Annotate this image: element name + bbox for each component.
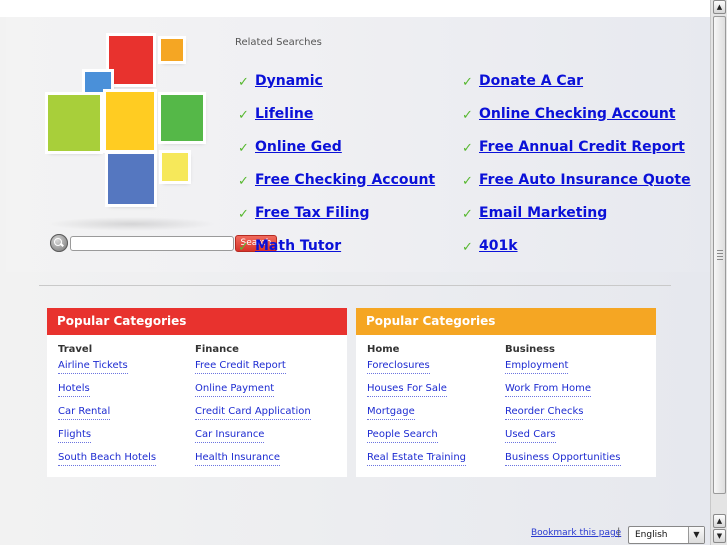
related-list-left: ✓ Dynamic ✓ Lifeline ✓ Online Ged ✓ Free Che… [238,64,435,262]
category-link[interactable]: Houses For Sale [367,381,447,397]
related-link[interactable]: Online Ged [255,139,342,155]
scroll-up-button[interactable]: ▲ [713,0,726,14]
related-link[interactable]: Math Tutor [255,238,341,254]
list-item: ✓ Free Auto Insurance Quote [462,163,691,196]
language-selected-value: English [635,530,668,540]
checkmark-icon: ✓ [238,107,249,123]
logo-square-yellow-small [162,153,188,181]
list-item: ✓ 401k [462,229,691,262]
top-bar [0,0,710,17]
related-link[interactable]: Free Auto Insurance Quote [479,172,691,188]
logo-square-orange [161,39,183,61]
scrollbar-thumb[interactable] [713,16,726,494]
related-link[interactable]: 401k [479,238,518,254]
category-link[interactable]: Online Payment [195,381,275,397]
category-link[interactable]: Airline Tickets [58,358,128,374]
category-link[interactable]: Employment [505,358,569,374]
related-link[interactable]: Email Marketing [479,205,607,221]
related-searches-title: Related Searches [235,37,322,48]
category-link[interactable]: Car Rental [58,404,111,420]
category-link[interactable]: Reorder Checks [505,404,584,420]
list-item: ✓ Free Tax Filing [238,196,435,229]
footer-separator: | [617,527,621,538]
list-item: ✓ Donate A Car [462,64,691,97]
list-item: ✓ Free Annual Credit Report [462,130,691,163]
related-link[interactable]: Dynamic [255,73,323,89]
checkmark-icon: ✓ [462,74,473,90]
logo-square-green [161,95,203,141]
related-link[interactable]: Free Checking Account [255,172,435,188]
chevron-down-icon[interactable]: ▼ [688,527,704,543]
categories-panel-red: Popular Categories Travel Airline Ticket… [47,308,347,477]
checkmark-icon: ✓ [462,107,473,123]
related-link[interactable]: Free Tax Filing [255,205,369,221]
category-column-business: Business Employment Work From Home Reord… [505,344,621,473]
logo-square-yellow [106,92,154,150]
bookmark-link[interactable]: Bookmark this page [531,528,621,538]
checkmark-icon: ✓ [462,140,473,156]
list-item: ✓ Email Marketing [462,196,691,229]
list-item: ✓ Dynamic [238,64,435,97]
logo-shadow [46,217,216,231]
category-link[interactable]: Mortgage [367,404,415,420]
category-link[interactable]: Foreclosures [367,358,430,374]
category-link[interactable]: Free Credit Report [195,358,286,374]
category-link[interactable]: Car Insurance [195,427,265,443]
category-link[interactable]: People Search [367,427,438,443]
checkmark-icon: ✓ [238,173,249,189]
page: Search Related Searches ✓ Dynamic ✓ Lifeli… [0,0,710,545]
logo-square-red [109,36,153,84]
list-item: ✓ Online Ged [238,130,435,163]
column-heading: Finance [195,344,239,355]
search-bar: Search [50,233,277,253]
category-link[interactable]: Hotels [58,381,90,397]
scroll-down-button[interactable]: ▼ [713,529,726,543]
related-link[interactable]: Free Annual Credit Report [479,139,685,155]
list-item: ✓ Math Tutor [238,229,435,262]
list-item: ✓ Online Checking Account [462,97,691,130]
logo-square-blue [108,154,154,204]
search-input[interactable] [70,236,234,251]
category-link[interactable]: South Beach Hotels [58,450,157,466]
category-link[interactable]: Used Cars [505,427,556,443]
column-heading: Business [505,344,555,355]
category-link[interactable]: Flights [58,427,92,443]
list-item: ✓ Lifeline [238,97,435,130]
column-heading: Travel [58,344,93,355]
category-column-finance: Finance Free Credit Report Online Paymen… [195,344,311,473]
category-link[interactable]: Business Opportunities [505,450,621,466]
checkmark-icon: ✓ [462,239,473,255]
categories-panel-orange: Popular Categories Home Foreclosures Hou… [356,308,656,477]
category-link[interactable]: Health Insurance [195,450,281,466]
panel-title: Popular Categories [356,308,656,335]
checkmark-icon: ✓ [238,206,249,222]
column-heading: Home [367,344,400,355]
search-icon[interactable] [50,234,68,252]
category-link[interactable]: Credit Card Application [195,404,311,420]
language-select[interactable]: English ▼ [628,526,705,544]
related-link[interactable]: Lifeline [255,106,313,122]
checkmark-icon: ✓ [238,239,249,255]
category-column-travel: Travel Airline Tickets Hotels Car Rental… [58,344,157,473]
category-link[interactable]: Work From Home [505,381,591,397]
section-divider [39,285,671,286]
checkmark-icon: ✓ [462,173,473,189]
list-item: ✓ Free Checking Account [238,163,435,196]
category-column-home: Home Foreclosures Houses For Sale Mortga… [367,344,467,473]
logo-square-lime [48,95,100,151]
grip-icon [717,250,723,262]
panel-title: Popular Categories [47,308,347,335]
category-link[interactable]: Real Estate Training [367,450,467,466]
related-list-right: ✓ Donate A Car ✓ Online Checking Account ✓… [462,64,691,262]
checkmark-icon: ✓ [462,206,473,222]
scroll-up-button-lower[interactable]: ▲ [713,514,726,528]
checkmark-icon: ✓ [238,74,249,90]
related-link[interactable]: Donate A Car [479,73,583,89]
related-link[interactable]: Online Checking Account [479,106,676,122]
checkmark-icon: ✓ [238,140,249,156]
vertical-scrollbar[interactable]: ▲ ▲ ▼ [710,0,727,545]
